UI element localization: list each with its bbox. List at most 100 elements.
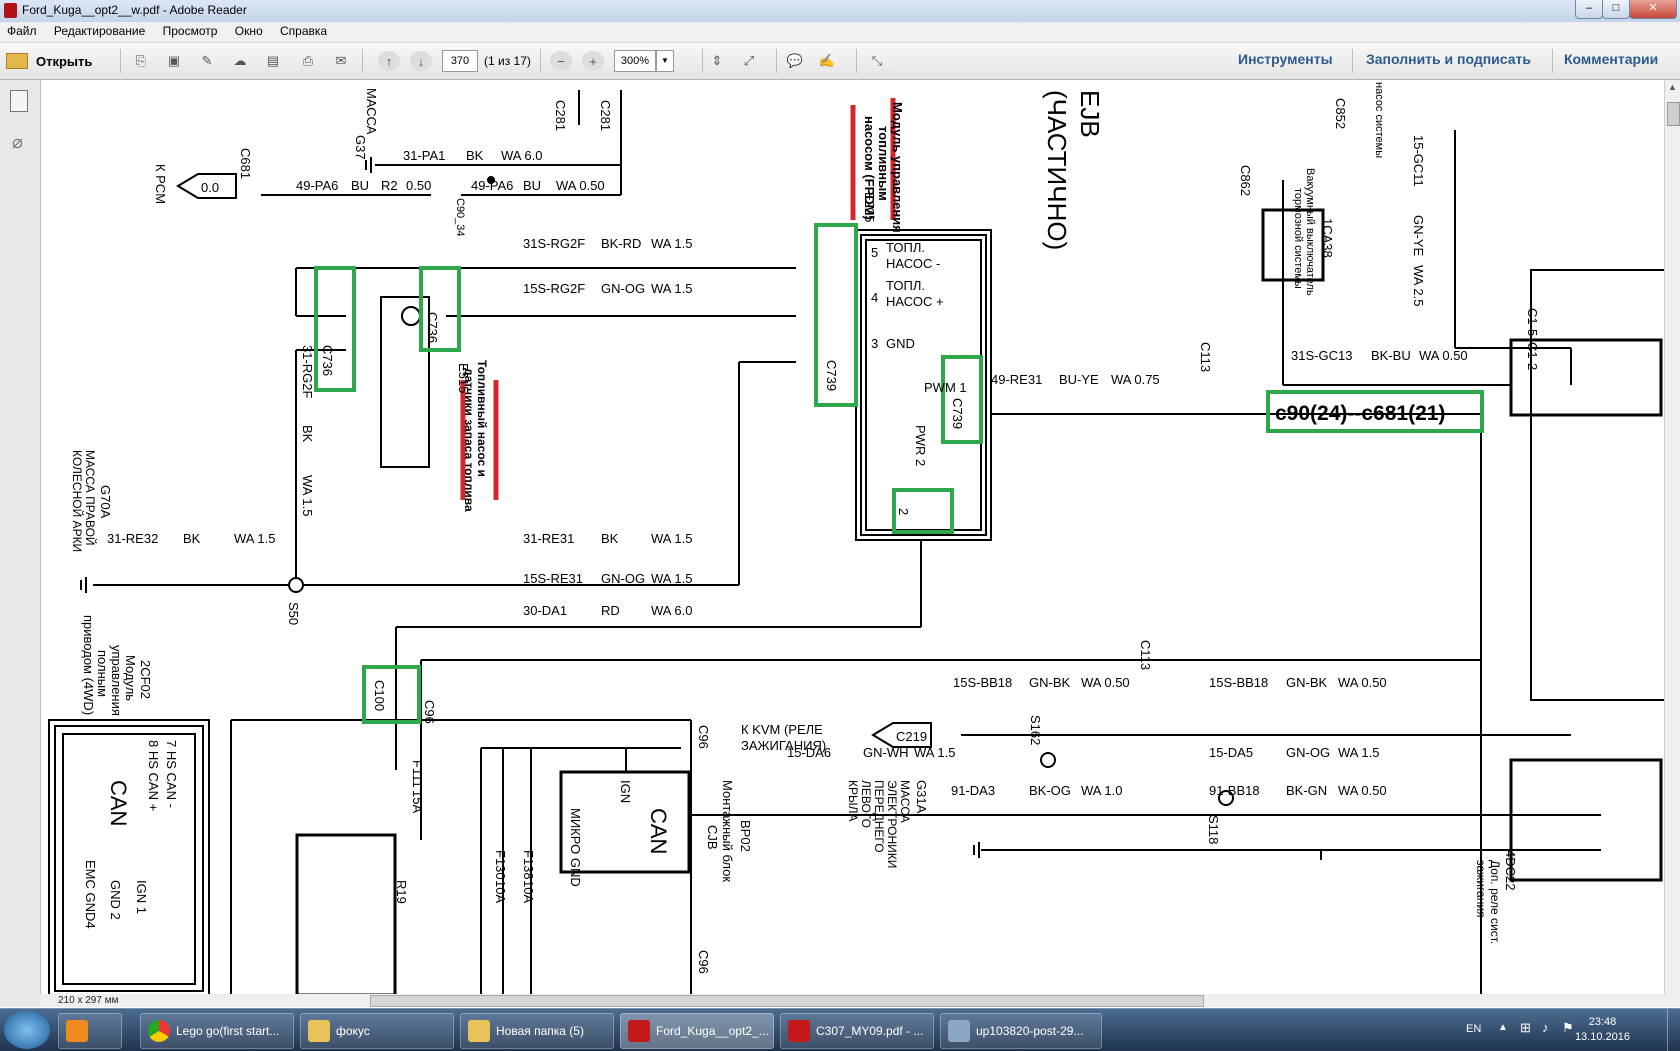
fpdm-lbl3: GND xyxy=(886,336,915,351)
vertical-scrollbar[interactable]: ▲ xyxy=(1664,80,1680,994)
c739-pin2: 2 xyxy=(896,508,911,515)
fpdm-lbl5a: ТОПЛ. xyxy=(886,240,925,255)
g37-label: G37 xyxy=(353,135,368,160)
dc22-desc-2: зажигания xyxy=(1474,860,1488,918)
w31re31-name: 31-RE31 xyxy=(523,531,574,546)
wiring-diagram: МАССА G37 31-PA1 BK WA 6.0 C281 C281 К P… xyxy=(48,82,1664,994)
minimize-button[interactable]: – xyxy=(1575,0,1603,19)
system-clock[interactable]: 23:48 13.10.2016 xyxy=(1575,1015,1630,1045)
document-viewport[interactable]: МАССА G37 31-PA1 BK WA 6.0 C281 C281 К P… xyxy=(41,80,1664,994)
scroll-up-icon[interactable]: ▲ xyxy=(1668,82,1677,92)
g31a-desc-5: КРЫЛА xyxy=(846,780,860,822)
w91da3-size: WA 1.0 xyxy=(1081,783,1122,798)
w15srg2f-size: WA 1.5 xyxy=(651,281,692,296)
volume-icon[interactable]: ♪ xyxy=(1542,1020,1549,1035)
taskbar-item-folder-new[interactable]: Новая папка (5) xyxy=(460,1013,614,1049)
hscroll-thumb[interactable] xyxy=(370,995,1204,1007)
w31sgc13-size: WA 0.50 xyxy=(1419,348,1468,363)
page-number-input[interactable]: 370 xyxy=(442,50,478,72)
open-button[interactable]: Открыть xyxy=(6,50,92,72)
taskbar-item-chrome[interactable]: Lego go(first start... xyxy=(140,1013,294,1049)
hs-can-plus: 8 HS CAN + xyxy=(146,740,161,811)
folder-icon xyxy=(468,1020,490,1042)
taskbar-item-ford-pdf[interactable]: Ford_Kuga__opt2_... xyxy=(620,1013,774,1049)
taskbar-pinned-media[interactable] xyxy=(58,1013,122,1049)
attachment-icon[interactable]: ⌀ xyxy=(12,132,23,153)
menu-window[interactable]: Окно xyxy=(228,22,270,38)
print-icon[interactable]: ⎙ xyxy=(297,51,319,71)
comment-icon[interactable]: 💬 xyxy=(784,51,806,71)
w31re32-name: 31-RE32 xyxy=(107,531,158,546)
c113-label: C113 xyxy=(1198,342,1213,372)
language-indicator[interactable]: EN xyxy=(1466,1023,1481,1035)
taskbar-item-image-viewer[interactable]: up103820-post-29... xyxy=(940,1013,1102,1049)
menu-file[interactable]: Файл xyxy=(0,22,44,38)
vacuum-switch-label-2: тормозной системы xyxy=(1292,188,1304,289)
menu-view[interactable]: Просмотр xyxy=(156,22,225,38)
w15srg2f-color: GN-OG xyxy=(601,281,645,296)
save-icon[interactable]: ▤ xyxy=(262,51,284,71)
w31srg2f-name: 31S-RG2F xyxy=(523,236,585,251)
fullscreen-icon[interactable]: ⤡ xyxy=(866,51,888,71)
combine-icon[interactable]: ▣ xyxy=(163,51,185,71)
fit-width-icon[interactable]: ⤢ xyxy=(738,51,760,71)
w15da6-size: WA 1.5 xyxy=(914,745,955,760)
toolbar: Открыть ⎘ ▣ ✎ ☁ ▤ ⎙ ✉ ↑ ↓ 370 (1 из 17) … xyxy=(0,43,1680,80)
w49re31-color: BU-YE xyxy=(1059,372,1099,387)
fit-page-icon[interactable]: ⇕ xyxy=(706,51,728,71)
pages-icon[interactable] xyxy=(10,90,28,112)
fpdm-lbl5b: НАСОС - xyxy=(886,256,940,271)
next-page-icon[interactable]: ↓ xyxy=(410,51,432,71)
zoom-out-icon[interactable]: − xyxy=(550,51,572,71)
prev-page-icon[interactable]: ↑ xyxy=(378,51,400,71)
g31a-desc-1: МАССА xyxy=(898,780,912,823)
c281a-label: C281 xyxy=(553,100,568,131)
toolbar-separator xyxy=(1552,49,1553,73)
wire-15gc11-size: WA 2.5 xyxy=(1411,265,1426,306)
start-button[interactable] xyxy=(4,1011,50,1049)
zoom-level-input[interactable]: 300% xyxy=(614,50,656,72)
maximize-button[interactable]: □ xyxy=(1602,0,1630,19)
folder-icon xyxy=(308,1020,330,1042)
taskbar-item-folder-fokus[interactable]: фокус xyxy=(300,1013,454,1049)
menu-edit[interactable]: Редактирование xyxy=(47,22,152,38)
r19-label: R19 xyxy=(394,880,409,904)
c736-label-right: C736 xyxy=(425,312,440,343)
zoom-in-icon[interactable]: + xyxy=(582,51,604,71)
k-kvm-1: К KVM (РЕЛЕ xyxy=(741,722,823,737)
w31srg2f-color: BK-RD xyxy=(601,236,641,251)
w31rg2f-name: 31-RG2F xyxy=(300,345,315,399)
w31re32-color: BK xyxy=(183,531,201,546)
email-icon[interactable]: ✉ xyxy=(330,51,352,71)
flag-icon[interactable]: ⚑ xyxy=(1562,1020,1574,1036)
c852-label: C852 xyxy=(1333,98,1348,129)
highlight-icon[interactable]: ✍ xyxy=(816,51,838,71)
upload-icon[interactable]: ☁ xyxy=(229,51,251,71)
f111-amp: 15A xyxy=(410,790,425,813)
horizontal-scrollbar[interactable] xyxy=(40,994,1680,1007)
gnd-pin-label: GND 2 xyxy=(108,880,123,920)
comments-link[interactable]: Комментарии xyxy=(1564,51,1658,67)
w15sbb18b-size: WA 0.50 xyxy=(1338,675,1387,690)
page-count: (1 из 17) xyxy=(484,54,531,68)
close-button[interactable]: ✕ xyxy=(1629,0,1677,19)
module-4wd-desc-1: Модуль xyxy=(123,655,138,701)
w91da3-color: BK-OG xyxy=(1029,783,1071,798)
edit-icon[interactable]: ✎ xyxy=(196,51,218,71)
wire-labels: 31S-RG2F BK-RD WA 1.5 15S-RG2F GN-OG WA … xyxy=(107,236,1468,798)
taskbar-item-c307-pdf[interactable]: C307_MY09.pdf - ... xyxy=(780,1013,934,1049)
menu-help[interactable]: Справка xyxy=(273,22,334,38)
tools-link[interactable]: Инструменты xyxy=(1238,51,1333,67)
fill-sign-link[interactable]: Заполнить и подписать xyxy=(1366,51,1531,67)
create-pdf-icon[interactable]: ⎘ xyxy=(130,51,152,71)
tray-expand-icon[interactable]: ▲ xyxy=(1498,1022,1508,1033)
network-icon[interactable]: ⊞ xyxy=(1520,1020,1531,1036)
c96c-label: C96 xyxy=(696,950,711,974)
zoom-dropdown-icon[interactable]: ▼ xyxy=(656,50,674,72)
show-desktop-button[interactable] xyxy=(1667,1009,1680,1051)
w31rg2f-size: WA 1.5 xyxy=(300,475,315,516)
dc22-label: 4DC22 xyxy=(1503,850,1518,890)
c739-label-right: C739 xyxy=(950,398,965,429)
pdf-icon xyxy=(788,1020,810,1042)
scroll-thumb[interactable] xyxy=(1667,102,1680,126)
